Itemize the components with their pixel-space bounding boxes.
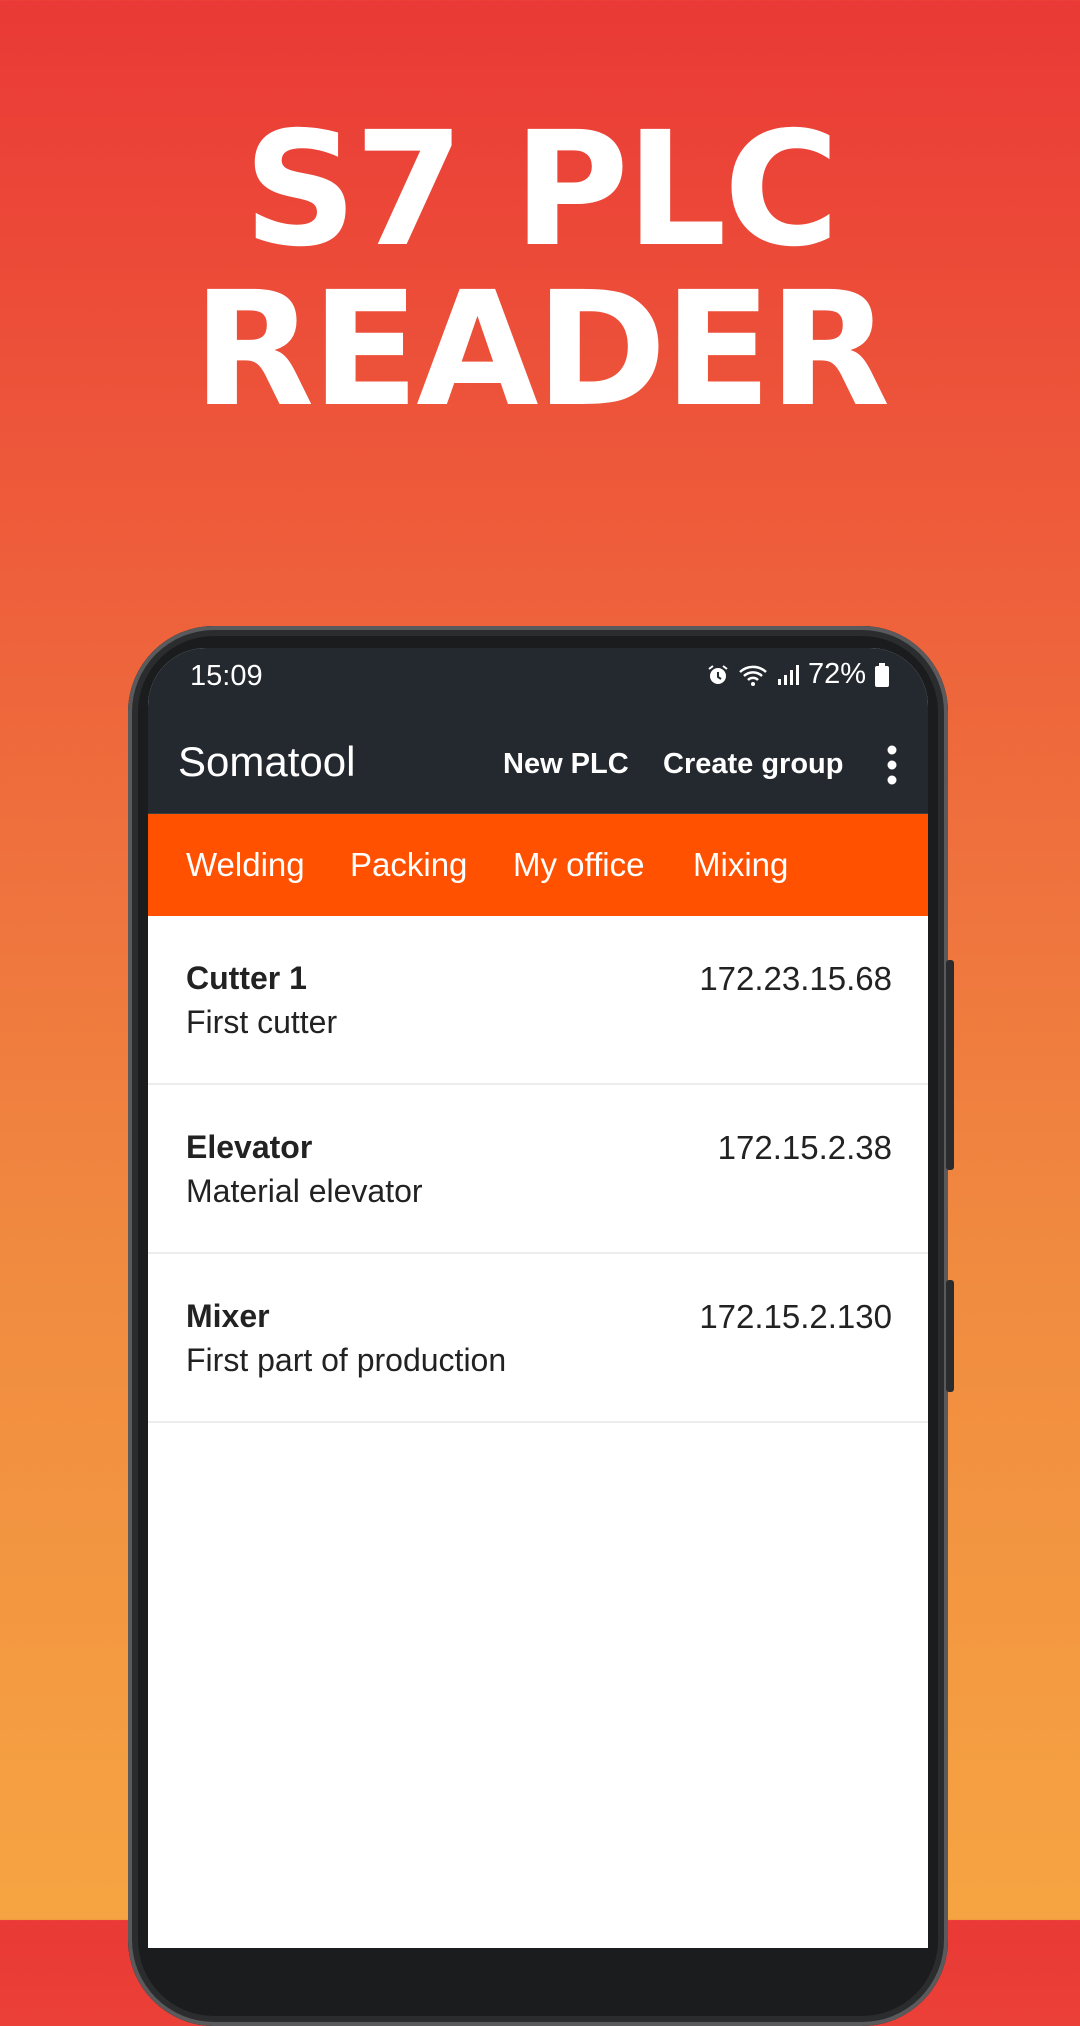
- plc-name: Mixer: [186, 1298, 270, 1334]
- tab-welding[interactable]: Welding: [186, 846, 305, 884]
- new-plc-button[interactable]: New PLC: [503, 748, 629, 781]
- plc-name: Elevator: [186, 1129, 313, 1165]
- plc-description: Material elevator: [186, 1173, 423, 1209]
- app-bar: Somatool New PLC Create group: [148, 718, 928, 813]
- plc-ip-address: 172.23.15.68: [699, 960, 892, 997]
- phone-screen: 15:09 72% Somatool New PLC Create group …: [148, 648, 928, 1948]
- tab-mixing[interactable]: Mixing: [693, 846, 788, 884]
- battery-icon: [875, 662, 889, 687]
- hero-title: S7 PLC READER: [0, 110, 1080, 430]
- group-tabs: Welding Packing My office Mixing: [148, 813, 928, 916]
- create-group-button[interactable]: Create group: [663, 748, 843, 781]
- more-options-icon[interactable]: [886, 744, 898, 786]
- volume-button: [946, 960, 954, 1170]
- plc-name: Cutter 1: [186, 960, 307, 996]
- power-button: [946, 1280, 954, 1392]
- plc-row-cutter-1[interactable]: Cutter 1 First cutter 172.23.15.68: [148, 916, 928, 1085]
- signal-icon: [777, 664, 799, 685]
- status-icons: 72%: [706, 658, 890, 691]
- plc-ip-address: 172.15.2.130: [699, 1298, 892, 1335]
- app-title: Somatool: [178, 738, 356, 785]
- wifi-icon: [739, 665, 767, 686]
- alarm-icon: [708, 664, 728, 684]
- status-bar: 15:09 72%: [148, 648, 928, 718]
- tab-packing[interactable]: Packing: [350, 846, 467, 884]
- plc-row-elevator[interactable]: Elevator Material elevator 172.15.2.38: [148, 1085, 928, 1254]
- battery-percent: 72%: [807, 658, 866, 690]
- plc-list: Cutter 1 First cutter 172.23.15.68 Eleva…: [148, 916, 928, 1423]
- hero-line-1: S7 PLC: [243, 98, 839, 282]
- hero-line-2: READER: [192, 258, 891, 442]
- plc-description: First cutter: [186, 1004, 338, 1040]
- plc-row-mixer[interactable]: Mixer First part of production 172.15.2.…: [148, 1254, 928, 1423]
- plc-description: First part of production: [186, 1342, 507, 1378]
- tab-my-office[interactable]: My office: [513, 846, 644, 884]
- plc-ip-address: 172.15.2.38: [717, 1129, 892, 1166]
- status-time: 15:09: [190, 660, 263, 692]
